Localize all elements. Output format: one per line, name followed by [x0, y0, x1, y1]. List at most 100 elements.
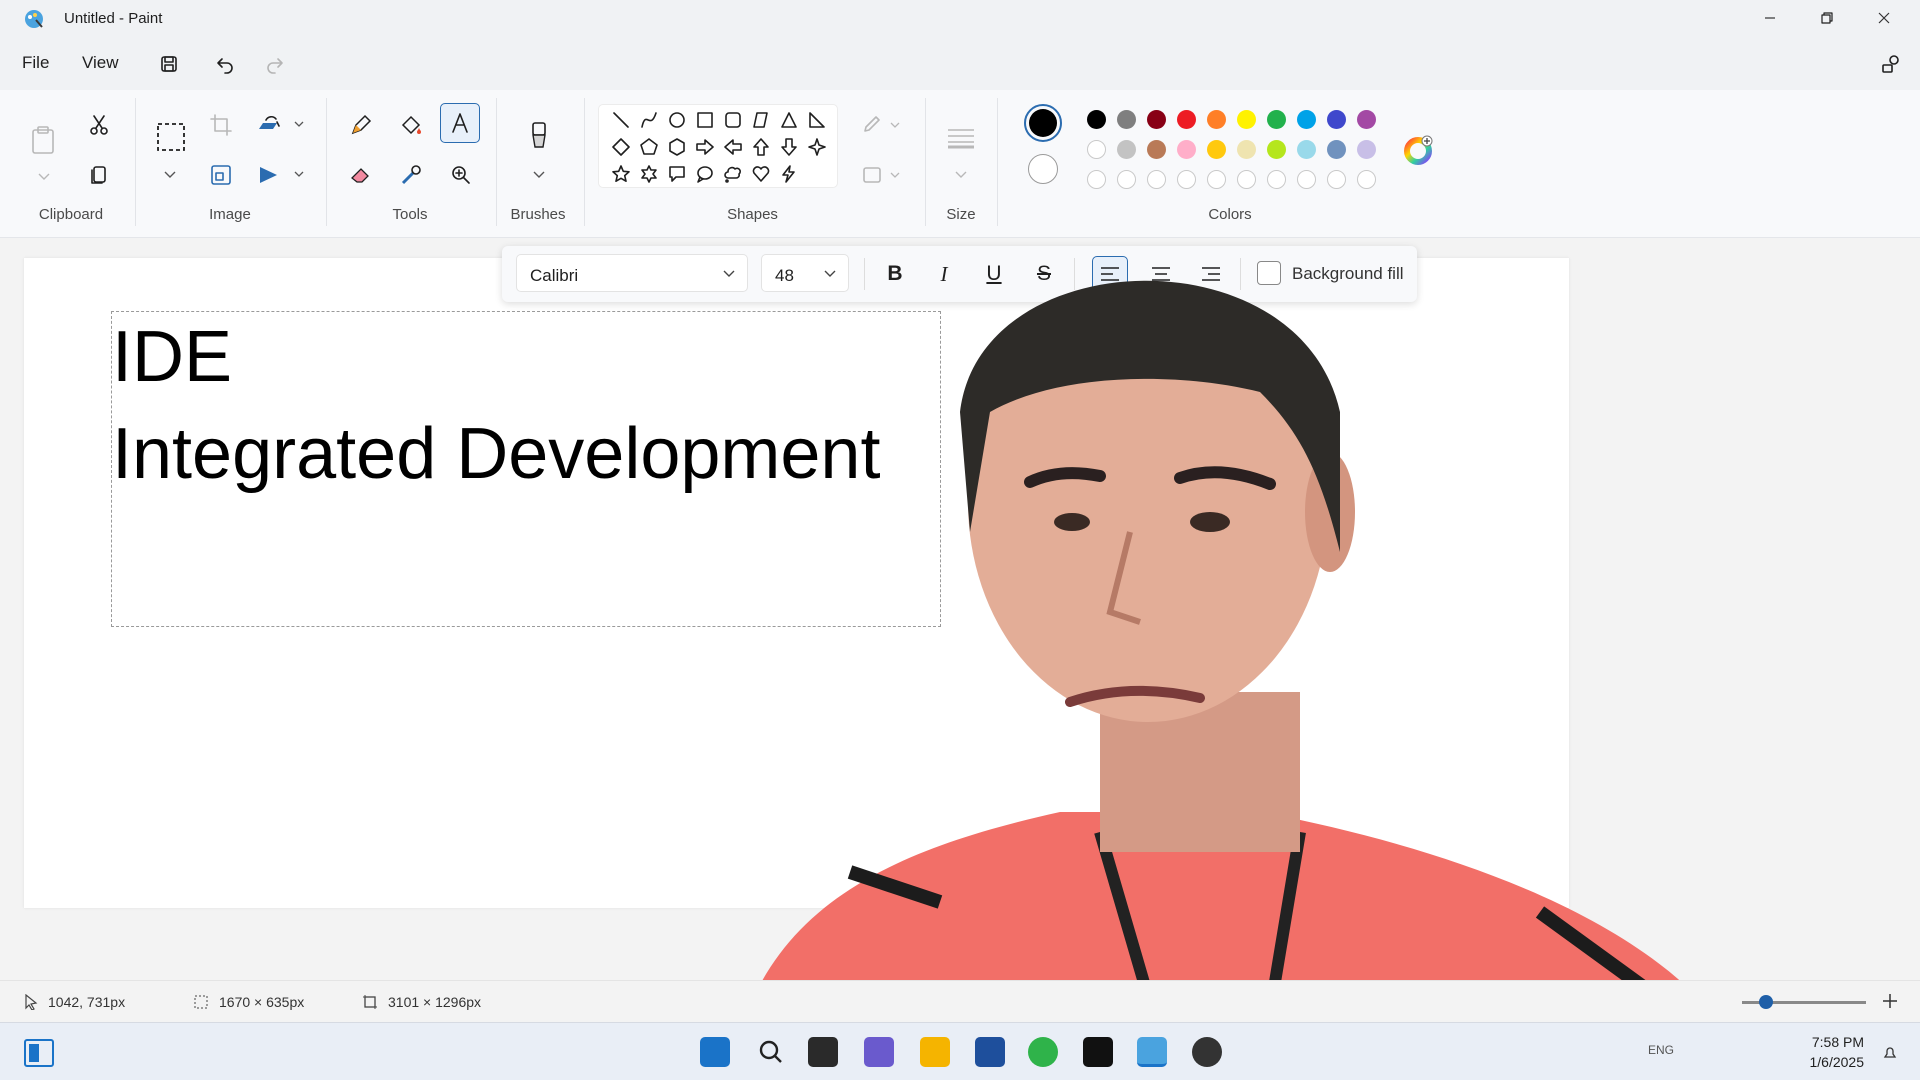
oval-callout-shape-icon[interactable]	[693, 162, 717, 186]
color-swatch[interactable]	[1357, 110, 1376, 129]
custom-color-slot[interactable]	[1267, 170, 1286, 189]
teams-icon[interactable]	[864, 1037, 894, 1067]
language-indicator[interactable]: ENG	[1648, 1043, 1674, 1057]
view-menu[interactable]: View	[82, 53, 119, 73]
color-swatch[interactable]	[1327, 140, 1346, 159]
copy-icon[interactable]	[84, 160, 114, 190]
secondary-color-swatch[interactable]	[1028, 154, 1058, 184]
five-point-star-shape-icon[interactable]	[609, 162, 633, 186]
color-swatch[interactable]	[1207, 140, 1226, 159]
color-swatch[interactable]	[1297, 110, 1316, 129]
system-clock[interactable]: 7:58 PM 1/6/2025	[1810, 1032, 1865, 1072]
restore-button[interactable]	[1799, 0, 1855, 36]
right-triangle-shape-icon[interactable]	[805, 108, 829, 132]
color-swatch[interactable]	[1177, 110, 1196, 129]
paste-dropdown-icon[interactable]	[29, 162, 59, 192]
file-menu[interactable]: File	[22, 53, 49, 73]
up-arrow-shape-icon[interactable]	[749, 135, 773, 159]
custom-color-slot[interactable]	[1327, 170, 1346, 189]
flip-dropdown-icon[interactable]	[284, 160, 314, 190]
edit-colors-icon[interactable]	[1404, 135, 1434, 165]
size-icon[interactable]	[943, 120, 979, 156]
custom-color-slot[interactable]	[1297, 170, 1316, 189]
redo-icon[interactable]	[261, 50, 289, 78]
color-swatch[interactable]	[1357, 140, 1376, 159]
text-tool-icon[interactable]	[440, 103, 480, 143]
store-icon[interactable]	[975, 1037, 1005, 1067]
color-swatch[interactable]	[1237, 110, 1256, 129]
terminal-icon[interactable]	[1083, 1037, 1113, 1067]
curve-shape-icon[interactable]	[637, 108, 661, 132]
color-swatch[interactable]	[1117, 110, 1136, 129]
diamond-shape-icon[interactable]	[609, 135, 633, 159]
eraser-icon[interactable]	[346, 160, 376, 190]
cloud-callout-shape-icon[interactable]	[721, 162, 745, 186]
color-swatch[interactable]	[1207, 110, 1226, 129]
line-shape-icon[interactable]	[609, 108, 633, 132]
color-swatch[interactable]	[1147, 110, 1166, 129]
magnifier-icon[interactable]	[446, 160, 476, 190]
brushes-dropdown-icon[interactable]	[524, 160, 554, 190]
rect-callout-shape-icon[interactable]	[665, 162, 689, 186]
close-button[interactable]	[1856, 0, 1912, 36]
color-swatch[interactable]	[1087, 110, 1106, 129]
shape-fill-icon[interactable]	[858, 160, 904, 190]
paint-taskbar-icon[interactable]	[1137, 1037, 1167, 1067]
custom-color-slot[interactable]	[1117, 170, 1136, 189]
pencil-icon[interactable]	[346, 110, 376, 140]
zoom-in-icon[interactable]	[1880, 991, 1900, 1011]
custom-color-slot[interactable]	[1147, 170, 1166, 189]
color-swatch[interactable]	[1147, 140, 1166, 159]
primary-color-swatch[interactable]	[1024, 104, 1062, 142]
crop-icon[interactable]	[206, 110, 236, 140]
polygon-shape-icon[interactable]	[749, 108, 773, 132]
file-explorer-icon[interactable]	[920, 1037, 950, 1067]
color-swatch[interactable]	[1297, 140, 1316, 159]
fill-icon[interactable]	[396, 110, 426, 140]
rotate-icon[interactable]	[254, 110, 284, 140]
paste-icon[interactable]	[28, 120, 58, 160]
outline-icon[interactable]	[858, 110, 904, 140]
select-icon[interactable]	[154, 120, 188, 154]
minimize-button[interactable]	[1742, 0, 1798, 36]
right-arrow-shape-icon[interactable]	[693, 135, 717, 159]
color-picker-icon[interactable]	[396, 160, 426, 190]
brushes-icon[interactable]	[522, 120, 556, 154]
custom-color-slot[interactable]	[1207, 170, 1226, 189]
color-swatch[interactable]	[1117, 140, 1136, 159]
app-taskbar-icon[interactable]	[1192, 1037, 1222, 1067]
search-icon[interactable]	[756, 1037, 786, 1067]
left-arrow-shape-icon[interactable]	[721, 135, 745, 159]
task-view-icon[interactable]	[808, 1037, 838, 1067]
widgets-icon[interactable]	[24, 1039, 54, 1067]
oval-shape-icon[interactable]	[665, 108, 689, 132]
chrome-icon[interactable]	[1028, 1037, 1058, 1067]
select-dropdown-icon[interactable]	[155, 160, 185, 190]
notification-bell-icon[interactable]	[1882, 1045, 1898, 1061]
custom-color-slot[interactable]	[1237, 170, 1256, 189]
custom-color-slot[interactable]	[1087, 170, 1106, 189]
heart-shape-icon[interactable]	[749, 162, 773, 186]
save-icon[interactable]	[155, 50, 183, 78]
rectangle-shape-icon[interactable]	[693, 108, 717, 132]
custom-color-slot[interactable]	[1177, 170, 1196, 189]
six-point-star-shape-icon[interactable]	[637, 162, 661, 186]
flip-icon[interactable]	[254, 160, 284, 190]
lightning-shape-icon[interactable]	[777, 162, 801, 186]
undo-icon[interactable]	[211, 50, 239, 78]
size-dropdown-icon[interactable]	[946, 160, 976, 190]
four-point-star-shape-icon[interactable]	[805, 135, 829, 159]
color-swatch[interactable]	[1087, 140, 1106, 159]
color-swatch[interactable]	[1237, 140, 1256, 159]
color-swatch[interactable]	[1327, 110, 1346, 129]
color-swatch[interactable]	[1267, 140, 1286, 159]
cut-icon[interactable]	[84, 110, 114, 140]
zoom-slider-thumb[interactable]	[1759, 995, 1773, 1009]
hexagon-shape-icon[interactable]	[665, 135, 689, 159]
rounded-rectangle-shape-icon[interactable]	[721, 108, 745, 132]
triangle-shape-icon[interactable]	[777, 108, 801, 132]
pentagon-shape-icon[interactable]	[637, 135, 661, 159]
color-swatch[interactable]	[1177, 140, 1196, 159]
rotate-dropdown-icon[interactable]	[284, 110, 314, 140]
share-icon[interactable]	[1877, 50, 1905, 78]
